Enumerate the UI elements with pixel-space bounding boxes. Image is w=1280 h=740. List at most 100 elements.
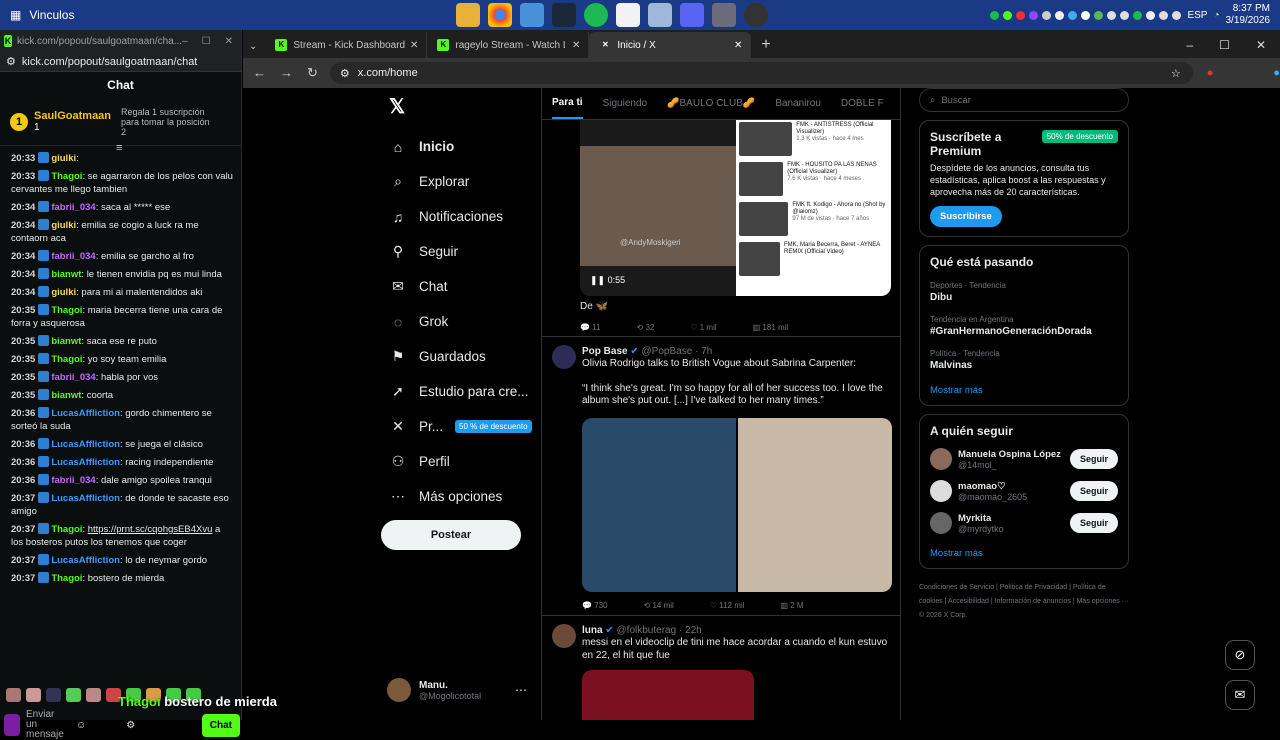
settings-icon[interactable]: ⚙: [126, 720, 135, 731]
close-tab-icon[interactable]: ✕: [410, 40, 418, 51]
folder-icon[interactable]: [456, 3, 480, 27]
message-user[interactable]: Thagoi: [51, 305, 82, 316]
nav-item-guardados[interactable]: ⚑ Guardados: [381, 339, 541, 374]
message-user[interactable]: fabrii_034: [51, 251, 95, 262]
spotify-icon[interactable]: [584, 3, 608, 27]
post-button[interactable]: Postear: [381, 520, 521, 550]
reply-button[interactable]: 💬 11: [580, 323, 601, 332]
message-user[interactable]: giulki: [51, 153, 76, 164]
follow-suggestion[interactable]: Myrkita @myrdytko Seguir: [930, 512, 1118, 534]
emote-icon[interactable]: [26, 688, 41, 702]
message-user[interactable]: Thagoi: [51, 171, 82, 182]
close-tab-icon[interactable]: ✕: [572, 40, 580, 51]
windows-logo-icon[interactable]: ▦: [10, 8, 21, 22]
chrome-icon[interactable]: [488, 3, 512, 27]
avatar[interactable]: [552, 624, 576, 648]
feed-tab[interactable]: Bananirou: [775, 98, 821, 109]
post-handle[interactable]: @folkbuterag: [617, 625, 677, 636]
nav-item-notificaciones[interactable]: ♫ Notificaciones: [381, 199, 541, 234]
discord-icon[interactable]: [680, 3, 704, 27]
url-field[interactable]: ⚙ x.com/home ☆: [329, 62, 1193, 84]
account-switcher[interactable]: Manu. @Mogolicototal ⋯: [387, 678, 527, 702]
feed-tab[interactable]: DOBLE F: [841, 98, 884, 109]
nav-item-perfil[interactable]: ⚇ Perfil: [381, 444, 541, 479]
subscribe-button[interactable]: Suscribirse: [930, 206, 1002, 227]
more-icon[interactable]: ⋯: [515, 683, 527, 697]
tab-search-icon[interactable]: ⌄: [249, 41, 257, 52]
calendar-icon[interactable]: [616, 3, 640, 27]
post-luna[interactable]: luna ✔ @folkbuterag · 22h messi en el vi…: [542, 616, 900, 720]
emote-icon[interactable]: [46, 688, 61, 702]
footer-links[interactable]: Condiciones de Servicio | Política de Pr…: [919, 581, 1129, 623]
pinned-gift-leader[interactable]: 1 SaulGoatmaan 1 Regala 1 suscripción pa…: [0, 98, 241, 146]
nav-item-pr---[interactable]: ✕ Pr... 50 % de descuento: [381, 409, 541, 444]
message-user[interactable]: bianwt: [51, 336, 81, 347]
wifi-icon[interactable]: ◔: [1213, 10, 1219, 21]
nav-item-grok[interactable]: ◌ Grok: [381, 304, 541, 339]
back-icon[interactable]: ←: [253, 65, 266, 81]
message-user[interactable]: Thagoi: [51, 524, 82, 535]
message-user[interactable]: fabrii_034: [51, 475, 95, 486]
maximize-icon[interactable]: ☐: [202, 36, 211, 47]
follow-suggestion[interactable]: Manuela Ospina López @14mol_ Seguir: [930, 448, 1118, 470]
feed-tab[interactable]: Para ti: [552, 88, 583, 119]
mic-icon[interactable]: [4, 714, 20, 736]
nav-item-chat[interactable]: ✉ Chat: [381, 269, 541, 304]
message-user[interactable]: LucasAffliction: [51, 439, 120, 450]
follow-button[interactable]: Seguir: [1069, 449, 1118, 469]
trend-item[interactable]: Deportes · Tendencia Dibu: [930, 281, 1118, 303]
like-button[interactable]: ♡ 1 mil: [690, 323, 716, 332]
message-user[interactable]: LucasAffliction: [51, 555, 120, 566]
post-media[interactable]: [582, 670, 754, 720]
post-images[interactable]: [582, 417, 892, 592]
message-user[interactable]: giulki: [51, 287, 76, 298]
nav-item-explorar[interactable]: ⌕ Explorar: [381, 164, 541, 199]
video-list-item[interactable]: FMK ft. Kodigo - Ahora no (Shot by @iaio…: [736, 200, 891, 240]
emote-icon[interactable]: [66, 688, 81, 702]
message-user[interactable]: LucasAffliction: [51, 408, 120, 419]
post-author[interactable]: Pop Base: [582, 346, 628, 357]
message-user[interactable]: LucasAffliction: [51, 493, 120, 504]
repost-button[interactable]: ⟲ 32: [637, 323, 655, 332]
app-icon[interactable]: [520, 3, 544, 27]
post-popbase[interactable]: Pop Base ✔ @PopBase · 7h Olivia Rodrigo …: [542, 336, 900, 616]
follow-button[interactable]: Seguir: [1069, 513, 1118, 533]
nav-item-m-s-opciones[interactable]: ⋯ Más opciones: [381, 479, 541, 514]
message-user[interactable]: fabrii_034: [51, 372, 95, 383]
emote-icon[interactable]: [6, 688, 21, 702]
message-user[interactable]: bianwt: [51, 269, 81, 280]
nav-item-estudio-para-cre---[interactable]: ➚ Estudio para cre...: [381, 374, 541, 409]
message-link[interactable]: https://prnt.sc/cqohgsEB4Xvu: [88, 524, 213, 535]
follow-suggestion[interactable]: maomao♡ @maomao_2605 Seguir: [930, 480, 1118, 502]
reply-button[interactable]: 💬 730: [582, 601, 608, 610]
video-player[interactable]: @AndyMoskigeri ❚❚ 0:55 FMK - ANTISTRESS …: [580, 120, 891, 296]
steam-icon[interactable]: [552, 3, 576, 27]
emote-icon[interactable]: [86, 688, 101, 702]
site-info-icon[interactable]: ⚙: [340, 67, 350, 80]
profile-avatar-icon[interactable]: ●: [1273, 67, 1280, 79]
post-age[interactable]: 7h: [701, 346, 712, 357]
post-author[interactable]: luna: [582, 625, 603, 636]
message-user[interactable]: fabrii_034: [51, 202, 95, 213]
video-list-item[interactable]: FMK - ANTISTRESS (Official Visualizer) 1.…: [736, 120, 891, 160]
minimize-icon[interactable]: –: [182, 36, 188, 47]
messages-fab-icon[interactable]: ✉: [1225, 680, 1255, 710]
message-user[interactable]: bianwt: [51, 390, 81, 401]
like-button[interactable]: ♡ 112 mil: [710, 601, 745, 610]
post-image-1[interactable]: [582, 417, 736, 592]
minimize-icon[interactable]: –: [1186, 38, 1193, 52]
tab-kick-stream[interactable]: Krageylo Stream - Watch Live on ✕: [427, 32, 590, 58]
site-settings-icon[interactable]: ⚙: [6, 55, 16, 68]
close-icon[interactable]: ✕: [225, 36, 233, 47]
tab-kick-dashboard[interactable]: K Stream - Kick Dashboard ✕: [265, 32, 428, 58]
show-more-link[interactable]: Mostrar más: [930, 385, 1118, 396]
language-indicator[interactable]: ESP: [1187, 10, 1207, 21]
nav-item-inicio[interactable]: ⌂ Inicio: [381, 129, 541, 164]
video-list-item[interactable]: FMK, Maria Becerra, Beret - AYNEA REMIX …: [736, 240, 891, 280]
feed-tab[interactable]: 🥜BAULO CLUB🥜: [667, 98, 755, 109]
grok-fab-icon[interactable]: ⊘: [1225, 640, 1255, 670]
avatar[interactable]: [930, 512, 952, 534]
send-chat-button[interactable]: Chat: [201, 713, 240, 737]
extensions-icon[interactable]: ●: [1207, 67, 1214, 79]
chrome-active-icon[interactable]: [712, 3, 736, 27]
